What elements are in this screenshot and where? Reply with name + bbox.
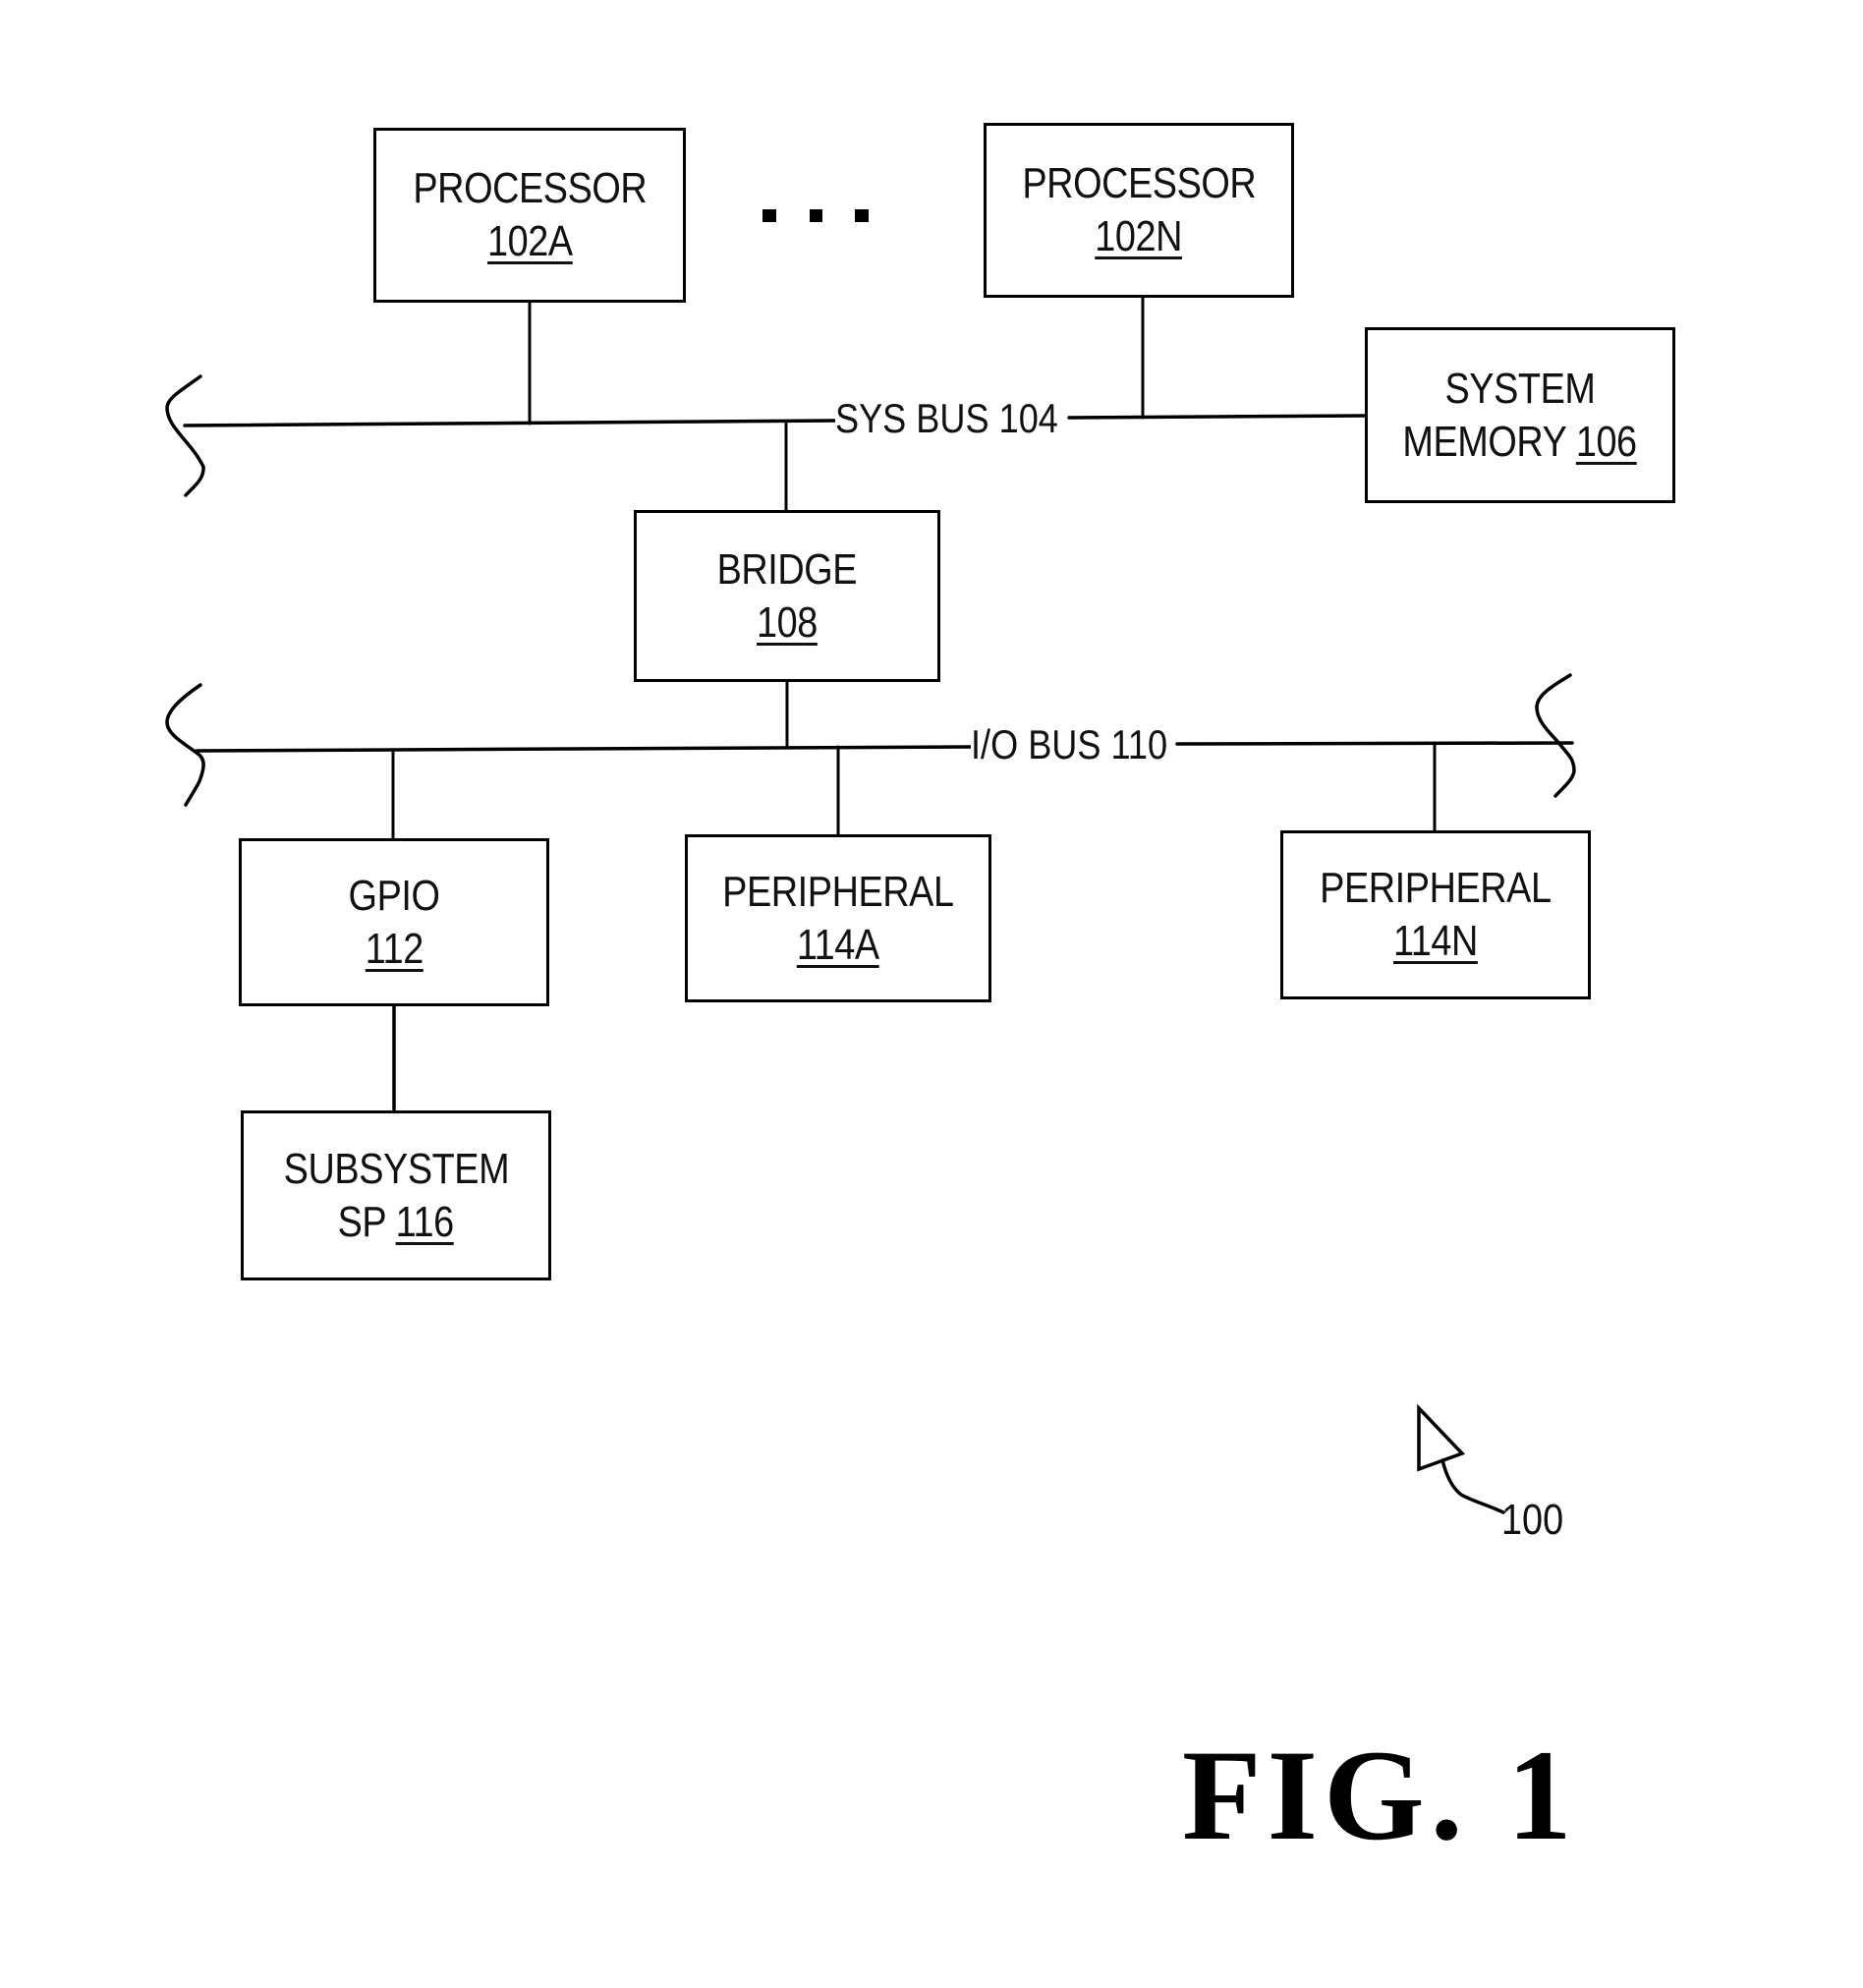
block-name: PROCESSOR [413,164,647,212]
ellipsis-dot [855,209,869,222]
block-name: PERIPHERAL [1320,864,1552,912]
io-bus-label: I/O BUS 110 [971,721,1168,767]
block-name-line1: SUBSYSTEM [283,1144,509,1193]
block-ref: 108 [757,597,818,647]
reference-arrow-head-icon [1417,1403,1466,1472]
block-ref: 106 [1576,417,1638,466]
block-name-line1: SYSTEM [1444,364,1596,413]
block-ref: 114A [797,920,879,969]
block-ref: 102N [1095,212,1183,260]
block-ref: 102A [486,217,573,265]
block-name-line2: SP 116 [337,1196,455,1249]
block-name-prefix: SP [337,1197,386,1246]
reference-arrow-leader [1440,1458,1505,1514]
system-memory-106-block: SYSTEM MEMORY 106 [1365,327,1675,503]
io-bus-line-left [195,745,973,753]
block-name: MEMORY [1402,417,1567,466]
block-name: GPIO [348,871,440,920]
figure-caption: FIG. 1 [1182,1723,1578,1867]
gpio-112-block: GPIO 112 [239,838,549,1006]
peripheral-114a-block: PERIPHERAL 114A [685,834,991,1002]
block-name-line2: MEMORY 106 [1402,416,1638,469]
sys-bus-line-left [183,419,837,427]
bridge-108-block: BRIDGE 108 [634,510,940,682]
block-ref: 114N [1393,917,1478,965]
io-bus-line-right [1175,741,1574,746]
figure-reference-numeral: 100 [1501,1496,1564,1544]
processor-102a-block: PROCESSOR 102A [373,128,686,303]
block-ref: 112 [365,924,423,973]
block-name: PROCESSOR [1022,159,1256,207]
sys-bus-line-right [1067,414,1368,420]
block-name: BRIDGE [716,544,858,594]
io-bus-break-right [1535,673,1576,798]
sys-bus-break-left [165,374,205,497]
ellipsis-dots-icon [762,209,869,222]
processor-102n-block: PROCESSOR 102N [984,123,1294,298]
peripheral-114n-block: PERIPHERAL 114N [1280,830,1591,999]
ellipsis-dot [762,209,776,222]
io-bus-break-left [165,683,205,807]
subsystem-sp-116-block: SUBSYSTEM SP 116 [241,1110,551,1280]
block-ref: 116 [395,1197,455,1246]
ellipsis-dot [810,209,822,222]
sys-bus-label: SYS BUS 104 [835,395,1058,441]
block-name: PERIPHERAL [722,867,954,916]
